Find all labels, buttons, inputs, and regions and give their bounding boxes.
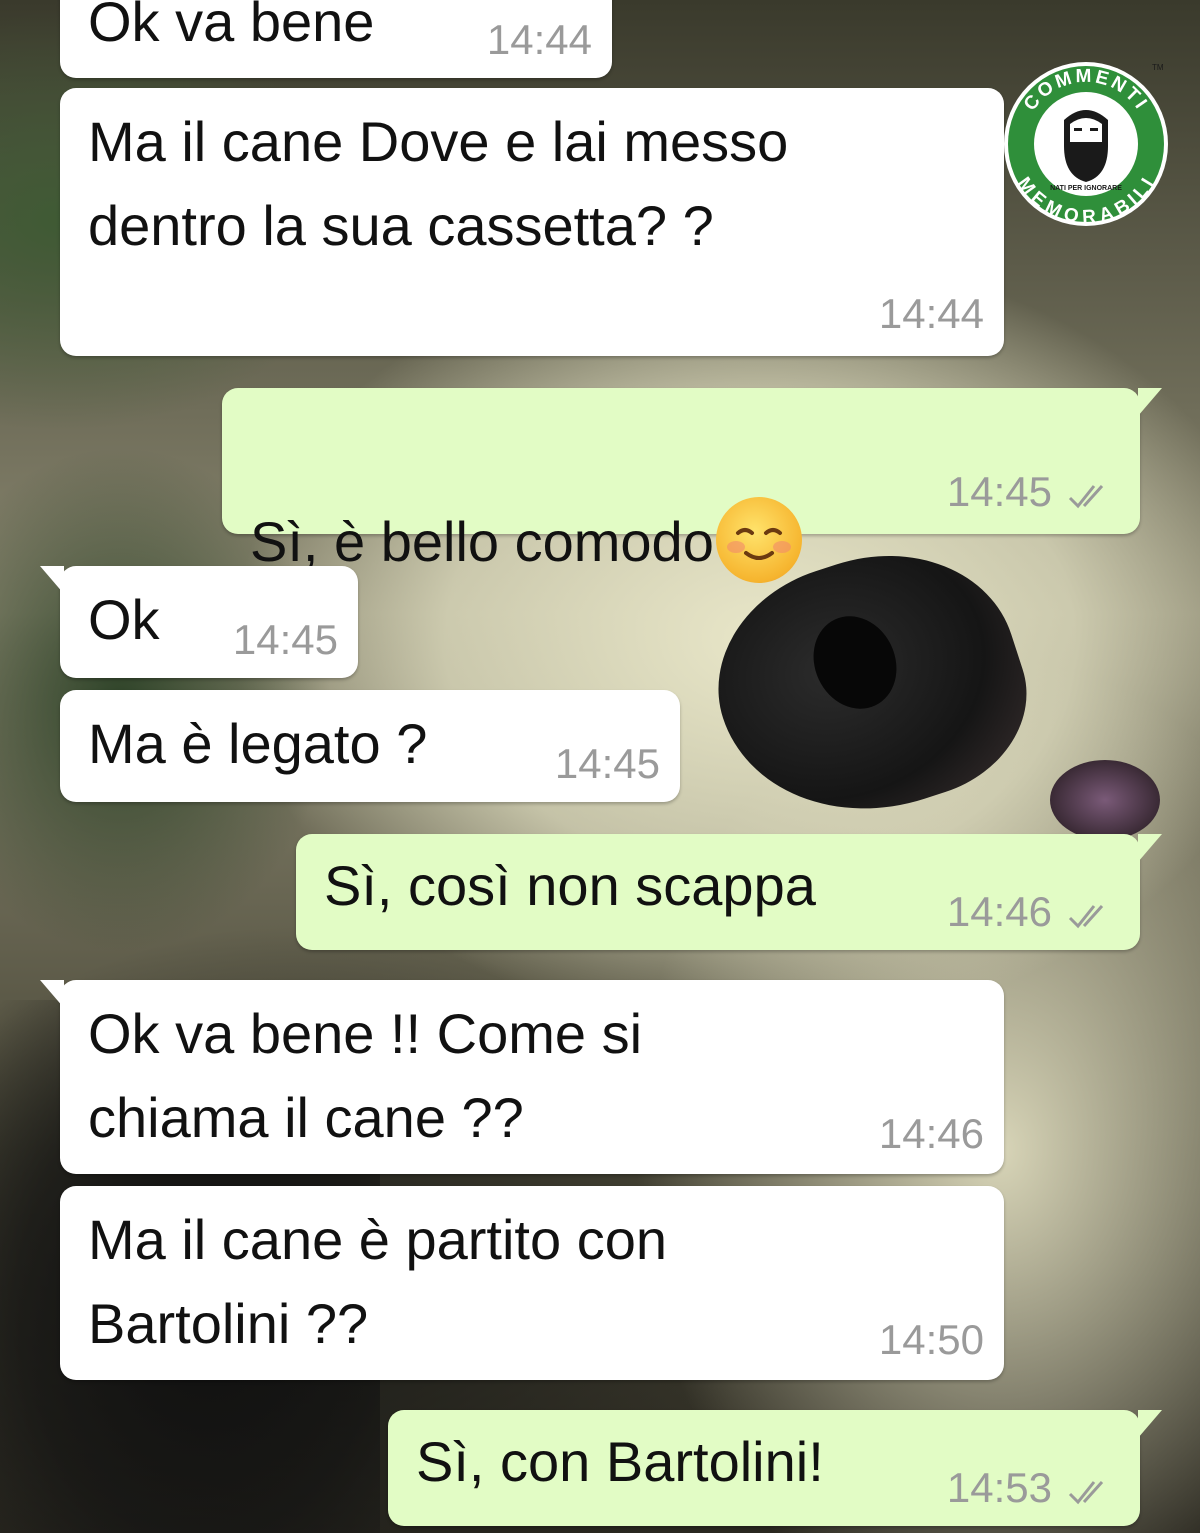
- message-timestamp: 14:46: [878, 1110, 984, 1157]
- message-incoming[interactable]: Ok va bene 14:44: [60, 0, 612, 78]
- logo-tagline: NATI PER IGNORARE: [1050, 185, 1122, 192]
- bubble-tail: [1138, 1410, 1162, 1438]
- logo-trademark: TM: [1152, 63, 1164, 72]
- bubble-tail: [1138, 388, 1162, 416]
- read-ticks-icon: [1068, 484, 1104, 509]
- message-outgoing[interactable]: Sì, così non scappa 14:46: [296, 834, 1162, 950]
- message-outgoing[interactable]: Sì, è bello comodo 14:45: [222, 388, 1162, 584]
- message-text: Sì, è bello comodo: [250, 416, 802, 589]
- message-text: Ok va bene: [88, 0, 375, 53]
- message-text-content: Sì, è bello comodo: [250, 510, 714, 573]
- message-timestamp: 14:50: [878, 1316, 984, 1363]
- message-timestamp: 14:44: [878, 290, 984, 337]
- read-ticks-icon: [1068, 1480, 1104, 1505]
- bubble-tail: [40, 566, 64, 594]
- message-text: Ma il cane Dove e lai messo dentro la su…: [88, 110, 789, 257]
- commenti-memorabili-logo: COMMENTI MEMORABILI NATI PER IGNORARE TM: [1004, 62, 1168, 228]
- read-ticks-icon: [1068, 904, 1104, 929]
- message-timestamp: 14:46: [946, 888, 1052, 935]
- message-outgoing[interactable]: Sì, con Bartolini! 14:53: [388, 1410, 1162, 1526]
- message-incoming[interactable]: Ma è legato ? 14:45: [60, 690, 680, 802]
- message-text: Ok: [88, 588, 160, 651]
- message-text: Sì, così non scappa: [324, 854, 816, 917]
- message-timestamp: 14:44: [486, 16, 592, 63]
- message-text: Ma il cane è partito con Bartolini ??: [88, 1208, 667, 1355]
- message-incoming[interactable]: Ok va bene !! Come si chiama il cane ?? …: [40, 980, 1004, 1174]
- bubble-tail: [40, 980, 64, 1008]
- message-incoming[interactable]: Ok 14:45: [40, 566, 358, 678]
- smiling-face-icon: [715, 497, 802, 584]
- dog-lip: [1050, 760, 1160, 840]
- message-incoming[interactable]: Ma il cane è partito con Bartolini ?? 14…: [60, 1186, 1004, 1380]
- message-timestamp: 14:53: [946, 1464, 1052, 1511]
- message-text: Sì, con Bartolini!: [416, 1430, 824, 1493]
- message-incoming[interactable]: Ma il cane Dove e lai messo dentro la su…: [60, 88, 1004, 356]
- message-timestamp: 14:45: [554, 740, 660, 787]
- bubble-tail: [1138, 834, 1162, 862]
- message-text: Ok va bene !! Come si chiama il cane ??: [88, 1002, 643, 1149]
- message-timestamp: 14:45: [946, 468, 1052, 515]
- message-text: Ma è legato ?: [88, 712, 428, 775]
- message-timestamp: 14:45: [232, 616, 338, 663]
